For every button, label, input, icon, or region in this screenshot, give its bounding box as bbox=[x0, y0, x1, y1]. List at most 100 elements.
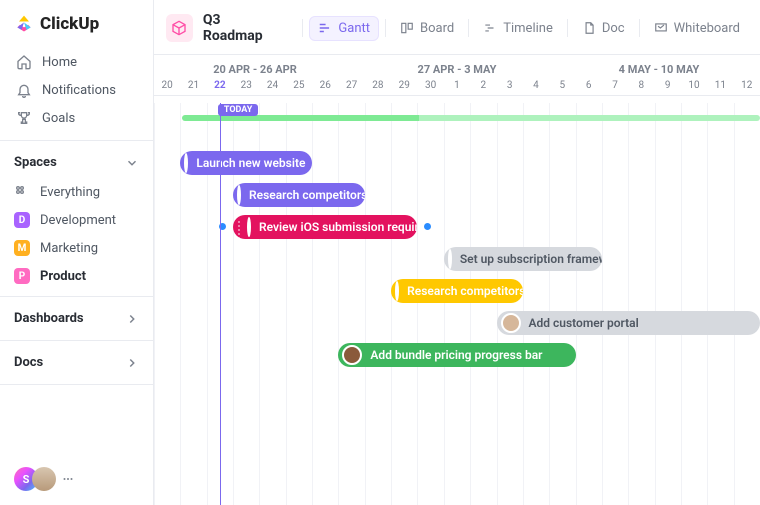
view-tabs: Gantt Board Timeline Doc bbox=[298, 16, 748, 41]
dependency-dot[interactable] bbox=[424, 223, 431, 230]
task-bar[interactable]: Research competitors bbox=[391, 279, 523, 303]
space-development[interactable]: D Development bbox=[0, 206, 153, 234]
task-bar[interactable]: Set up subscription framework bbox=[444, 247, 602, 271]
tab-timeline[interactable]: Timeline bbox=[475, 17, 561, 40]
nav-home-label: Home bbox=[42, 55, 77, 70]
day-header: 8 bbox=[628, 78, 654, 95]
tab-whiteboard[interactable]: Whiteboard bbox=[646, 17, 748, 40]
task-label: Add bundle pricing progress bar bbox=[370, 348, 542, 362]
task-bar[interactable]: Review iOS submission requirements bbox=[233, 215, 417, 239]
header: Q3 Roadmap Gantt Board Timeline bbox=[154, 0, 760, 54]
day-header: 26 bbox=[312, 78, 338, 95]
gantt-view[interactable]: 20 APR - 26 APR27 APR - 3 MAY4 MAY - 10 … bbox=[154, 54, 760, 505]
task-label: Set up subscription framework bbox=[460, 252, 602, 266]
docs-label: Docs bbox=[14, 355, 43, 370]
divider bbox=[0, 296, 153, 297]
bell-icon bbox=[16, 82, 32, 98]
docs-header[interactable]: Docs bbox=[0, 347, 153, 378]
assignee-avatar bbox=[184, 153, 188, 173]
day-header: 27 bbox=[338, 78, 364, 95]
main: Q3 Roadmap Gantt Board Timeline bbox=[154, 0, 760, 505]
gantt-row: Set up subscription framework bbox=[154, 247, 760, 275]
day-header: 29 bbox=[391, 78, 417, 95]
week-header: 20 APR - 26 APR bbox=[154, 55, 356, 78]
nav-notifications-label: Notifications bbox=[42, 83, 116, 98]
day-header: 28 bbox=[365, 78, 391, 95]
gantt-row: Research competitors bbox=[154, 183, 760, 211]
tab-board[interactable]: Board bbox=[392, 17, 462, 40]
grid-icon bbox=[14, 184, 30, 200]
assignee-avatar bbox=[237, 185, 241, 205]
task-label: Research competitors bbox=[249, 188, 365, 202]
trophy-icon bbox=[16, 110, 32, 126]
footer-menu-icon[interactable] bbox=[62, 473, 74, 485]
task-label: Launch new website bbox=[196, 156, 305, 170]
day-header: 10 bbox=[681, 78, 707, 95]
gantt-bars: Launch new website Research competitors Re… bbox=[154, 151, 760, 505]
task-bar[interactable]: Research competitors bbox=[233, 183, 365, 207]
nav-goals[interactable]: Goals bbox=[8, 104, 145, 132]
gantt-row: Add bundle pricing progress bar bbox=[154, 343, 760, 371]
nav-primary: Home Notifications Goals bbox=[0, 46, 153, 134]
day-header: 1 bbox=[444, 78, 470, 95]
divider bbox=[0, 384, 153, 385]
tab-gantt[interactable]: Gantt bbox=[309, 16, 379, 41]
tab-separator bbox=[468, 19, 469, 37]
space-prd-badge: P bbox=[14, 268, 30, 284]
assignee-avatar bbox=[395, 281, 399, 301]
sidebar: ClickUp Home Notifications Goals Spaces … bbox=[0, 0, 154, 505]
assignee-avatar bbox=[247, 217, 251, 237]
task-label: Add customer portal bbox=[529, 316, 639, 330]
day-header: 6 bbox=[576, 78, 602, 95]
space-dev-badge: D bbox=[14, 212, 30, 228]
nav-home[interactable]: Home bbox=[8, 48, 145, 76]
task-bar[interactable]: Launch new website bbox=[180, 151, 312, 175]
task-bar[interactable]: Add customer portal bbox=[497, 311, 760, 335]
dashboards-header[interactable]: Dashboards bbox=[0, 303, 153, 334]
doc-icon bbox=[582, 21, 596, 35]
tab-doc[interactable]: Doc bbox=[574, 17, 633, 40]
space-product[interactable]: P Product bbox=[0, 262, 153, 290]
nav-goals-label: Goals bbox=[42, 111, 75, 126]
brand-logo[interactable]: ClickUp bbox=[0, 0, 153, 46]
day-header: 5 bbox=[549, 78, 575, 95]
dependency-dot[interactable] bbox=[219, 223, 226, 230]
brand-name: ClickUp bbox=[40, 14, 99, 34]
milestone-progress bbox=[182, 115, 760, 121]
board-icon bbox=[400, 21, 414, 35]
page-title: Q3 Roadmap bbox=[203, 12, 281, 44]
drag-handle-icon[interactable] bbox=[237, 220, 241, 234]
day-header: 11 bbox=[707, 78, 733, 95]
day-header: 30 bbox=[417, 78, 443, 95]
user-avatar-2[interactable] bbox=[32, 467, 56, 491]
assignee-avatar bbox=[342, 345, 362, 365]
timeline-icon bbox=[483, 21, 497, 35]
task-label: Research competitors bbox=[407, 284, 523, 298]
assignee-avatar bbox=[448, 249, 452, 269]
space-mkt-badge: M bbox=[14, 240, 30, 256]
sidebar-footer: S bbox=[0, 453, 153, 505]
gantt-row: Review iOS submission requirements bbox=[154, 215, 760, 243]
task-bar[interactable]: Add bundle pricing progress bar bbox=[338, 343, 575, 367]
whiteboard-icon bbox=[654, 21, 668, 35]
assignee-avatar bbox=[501, 313, 521, 333]
nav-notifications[interactable]: Notifications bbox=[8, 76, 145, 104]
spaces-header-label: Spaces bbox=[14, 155, 57, 170]
chevron-down-icon bbox=[125, 156, 139, 170]
gantt-row: Research competitors bbox=[154, 279, 760, 307]
tab-separator bbox=[385, 19, 386, 37]
space-marketing[interactable]: M Marketing bbox=[0, 234, 153, 262]
tab-separator bbox=[567, 19, 568, 37]
chevron-right-icon bbox=[125, 312, 139, 326]
divider bbox=[0, 340, 153, 341]
day-header: 25 bbox=[286, 78, 312, 95]
tab-gantt-label: Gantt bbox=[338, 21, 370, 36]
gantt-row: Launch new website bbox=[154, 151, 760, 179]
day-header: 4 bbox=[523, 78, 549, 95]
spaces-header[interactable]: Spaces bbox=[0, 147, 153, 178]
tab-board-label: Board bbox=[420, 21, 454, 36]
day-header: 7 bbox=[602, 78, 628, 95]
day-headers: 2021222324252627282930123456789101112 bbox=[154, 78, 760, 96]
space-everything[interactable]: Everything bbox=[0, 178, 153, 206]
week-header: 4 MAY - 10 MAY bbox=[558, 55, 760, 78]
